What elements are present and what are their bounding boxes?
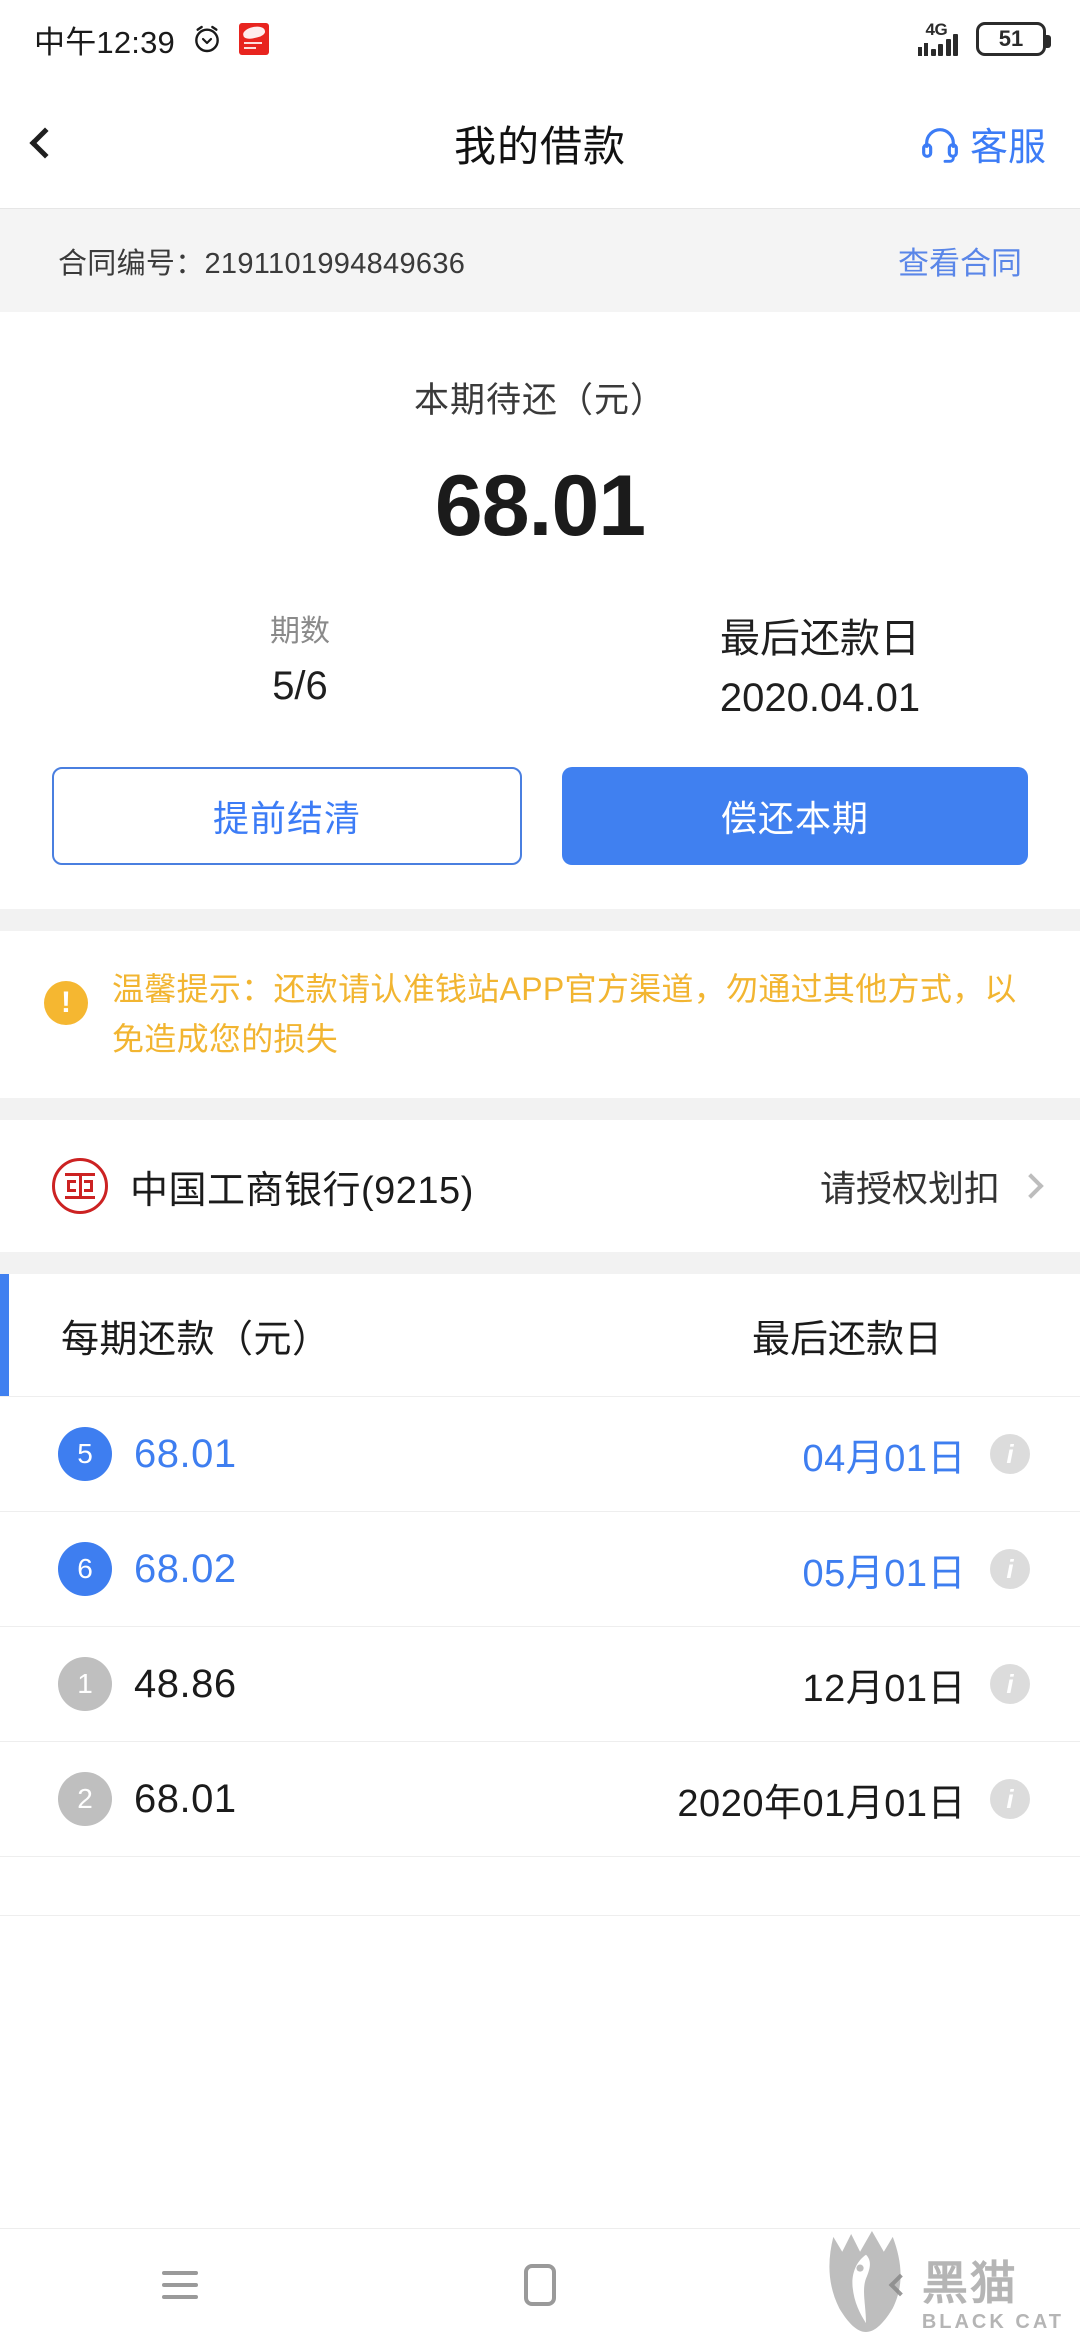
contract-number: 合同编号：2191101994849636 <box>58 247 466 280</box>
status-bar: 中午12:39 4G 51 <box>0 0 1080 78</box>
summary-card: 本期待还（元） 68.01 期数 5/6 最后还款日 2020.04.01 提前… <box>0 312 1080 909</box>
installment-date: 05月01日 <box>802 1552 966 1595</box>
installment-badge: 1 <box>58 1657 112 1712</box>
repayment-schedule: 每期还款（元） 最后还款日 5 68.01 04月01日 i 6 68.02 0… <box>0 1274 1080 1917</box>
watermark-en: BLACK CAT <box>921 2311 1064 2333</box>
network-type-label: 4G <box>925 20 948 39</box>
chevron-left-icon <box>29 127 61 159</box>
contract-bar: 合同编号：2191101994849636 查看合同 <box>0 208 1080 312</box>
info-icon[interactable]: i <box>990 1434 1030 1475</box>
page-title: 我的借款 <box>453 122 626 170</box>
installment-date: 04月01日 <box>802 1437 966 1480</box>
installment-badge: 2 <box>58 1772 112 1827</box>
info-icon[interactable]: i <box>990 1779 1030 1820</box>
installment-amount: 68.02 <box>134 1546 237 1591</box>
bank-name: 中国工商银行(9215) <box>130 1169 474 1212</box>
table-row-partial <box>0 1856 1080 1917</box>
home-button[interactable] <box>360 2263 720 2306</box>
phone-screen: 中午12:39 4G 51 我的借款 客服 合同编号：2191101994849… <box>0 0 1080 2340</box>
alarm-clock-icon <box>195 25 219 53</box>
action-buttons: 提前结清 偿还本期 <box>0 767 1080 865</box>
period-value: 5/6 <box>272 664 328 708</box>
installment-badge: 5 <box>58 1427 112 1482</box>
system-navigation-bar: 黑猫 BLACK CAT <box>0 2228 1080 2340</box>
headset-icon <box>922 128 958 163</box>
customer-service-button[interactable]: 客服 <box>920 116 1046 171</box>
table-row[interactable]: 1 48.86 12月01日 i <box>0 1626 1080 1741</box>
due-amount-value: 68.01 <box>434 458 646 554</box>
notice-text: 温馨提示：还款请认准钱站APP官方渠道，勿通过其他方式，以免造成您的损失 <box>112 971 1017 1057</box>
section-divider-2 <box>0 1098 1080 1121</box>
installment-date: 2020年01月01日 <box>677 1782 966 1825</box>
black-cat-watermark: 黑猫 BLACK CAT <box>820 2228 1064 2332</box>
recents-button[interactable] <box>0 2270 360 2299</box>
installment-amount: 68.01 <box>134 1431 237 1476</box>
section-divider-3 <box>0 1252 1080 1275</box>
customer-service-label: 客服 <box>969 126 1046 169</box>
battery-icon: 51 <box>976 22 1051 56</box>
view-contract-link[interactable]: 查看合同 <box>898 238 1022 283</box>
back-button[interactable] <box>29 113 94 173</box>
home-square-icon <box>524 2263 556 2306</box>
status-bar-left: 中午12:39 <box>34 17 269 62</box>
icbc-logo-icon <box>52 1158 108 1215</box>
metric-period: 期数 5/6 <box>0 606 560 721</box>
section-divider <box>0 909 1080 931</box>
icbc-mark <box>65 1173 95 1200</box>
metric-due-date: 最后还款日 2020.04.01 <box>560 606 1080 721</box>
due-date-label: 最后还款日 <box>720 617 920 661</box>
app-header: 我的借款 客服 <box>0 78 1080 208</box>
installment-badge: 6 <box>58 1542 112 1597</box>
bank-action-label: 请授权划扣 <box>819 1168 1000 1210</box>
status-time: 中午12:39 <box>34 24 175 60</box>
schedule-col-date: 最后还款日 <box>751 1318 942 1361</box>
notice-banner: ! 温馨提示：还款请认准钱站APP官方渠道，勿通过其他方式，以免造成您的损失 <box>0 931 1080 1099</box>
repay-current-button[interactable]: 偿还本期 <box>562 767 1028 865</box>
schedule-header: 每期还款（元） 最后还款日 <box>0 1274 1080 1397</box>
data-arrows-icon <box>917 43 928 56</box>
watermark-text: 黑猫 BLACK CAT <box>922 2260 1064 2332</box>
schedule-col-amount: 每期还款（元） <box>61 1318 331 1361</box>
signal-icon: 4G <box>917 20 958 56</box>
info-icon[interactable]: i <box>990 1549 1030 1590</box>
due-date-value: 2020.04.01 <box>719 676 921 720</box>
installment-amount: 68.01 <box>134 1776 237 1821</box>
installment-amount: 48.86 <box>134 1661 237 1706</box>
summary-metrics: 期数 5/6 最后还款日 2020.04.01 <box>0 606 1080 721</box>
app-notification-badge-icon <box>238 23 269 55</box>
bank-authorization-row[interactable]: 中国工商银行(9215) 请授权划扣 <box>0 1120 1080 1253</box>
black-cat-logo-icon <box>829 2230 901 2332</box>
table-row[interactable]: 5 68.01 04月01日 i <box>0 1396 1080 1511</box>
warning-exclamation-icon: ! <box>44 981 88 1025</box>
watermark-cn: 黑猫 <box>921 2257 1018 2309</box>
period-label: 期数 <box>270 615 330 648</box>
status-bar-right: 4G 51 <box>917 20 1051 56</box>
info-icon[interactable]: i <box>990 1664 1030 1705</box>
early-settle-button[interactable]: 提前结清 <box>52 767 522 865</box>
table-row[interactable]: 6 68.02 05月01日 i <box>0 1511 1080 1626</box>
menu-recents-icon <box>162 2270 198 2299</box>
table-row[interactable]: 2 68.01 2020年01月01日 i <box>0 1741 1080 1856</box>
installment-date: 12月01日 <box>802 1667 966 1710</box>
chevron-right-icon <box>1018 1173 1044 1199</box>
due-amount-label: 本期待还（元） <box>413 381 666 420</box>
battery-level-label: 51 <box>998 26 1024 51</box>
